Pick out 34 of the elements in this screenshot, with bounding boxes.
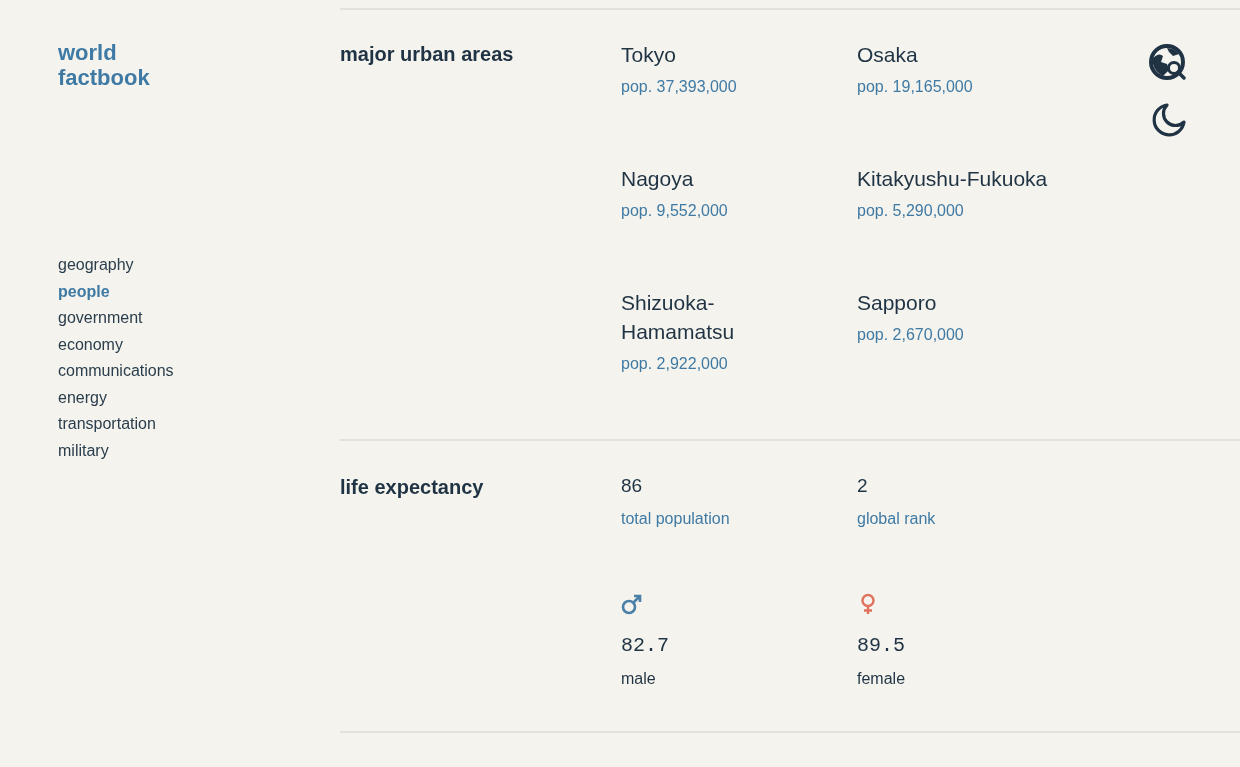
nav-link[interactable]: geography xyxy=(58,252,134,279)
city-name: Osaka xyxy=(857,42,919,68)
male-symbol-icon xyxy=(621,593,643,615)
city-name: Kitakyushu-Fukuoka xyxy=(857,166,1049,192)
logo-text[interactable]: factbook xyxy=(58,65,150,90)
stat-value: 82.7 xyxy=(621,633,669,659)
moon-icon[interactable] xyxy=(1151,102,1187,138)
city-population: pop. 19,165,000 xyxy=(857,77,973,97)
stat-label: total population xyxy=(621,509,730,529)
city-population: pop. 9,552,000 xyxy=(621,201,728,221)
section-heading: life expectancy xyxy=(340,475,485,500)
stat-label: global rank xyxy=(857,509,936,529)
stat-value: 2 xyxy=(857,474,868,498)
city-population: pop. 2,670,000 xyxy=(857,325,964,345)
nav-link[interactable]: transportation xyxy=(58,411,156,438)
section-heading: major urban areas xyxy=(340,42,515,67)
stat-value: 89.5 xyxy=(857,633,905,659)
stat-value: 86 xyxy=(621,474,643,498)
nav-link[interactable]: people xyxy=(58,278,110,305)
stat-label: female xyxy=(857,669,906,689)
city-name: Nagoya xyxy=(621,166,695,192)
city-name: Sapporo xyxy=(857,290,938,316)
city-name: Shizuoka-Hamamatsu xyxy=(621,290,736,345)
nav-link[interactable]: military xyxy=(58,437,109,464)
city-population: pop. 5,290,000 xyxy=(857,201,964,221)
nav-link[interactable]: communications xyxy=(58,358,174,385)
stat-label: male xyxy=(621,669,656,689)
nav-link[interactable]: energy xyxy=(58,384,107,411)
nav-link[interactable]: economy xyxy=(58,331,123,358)
city-population: pop. 37,393,000 xyxy=(621,77,737,97)
nav-link[interactable]: government xyxy=(58,305,143,332)
logo-text[interactable]: world xyxy=(58,40,117,65)
city-name: Tokyo xyxy=(621,42,677,68)
city-population: pop. 2,922,000 xyxy=(621,354,728,374)
